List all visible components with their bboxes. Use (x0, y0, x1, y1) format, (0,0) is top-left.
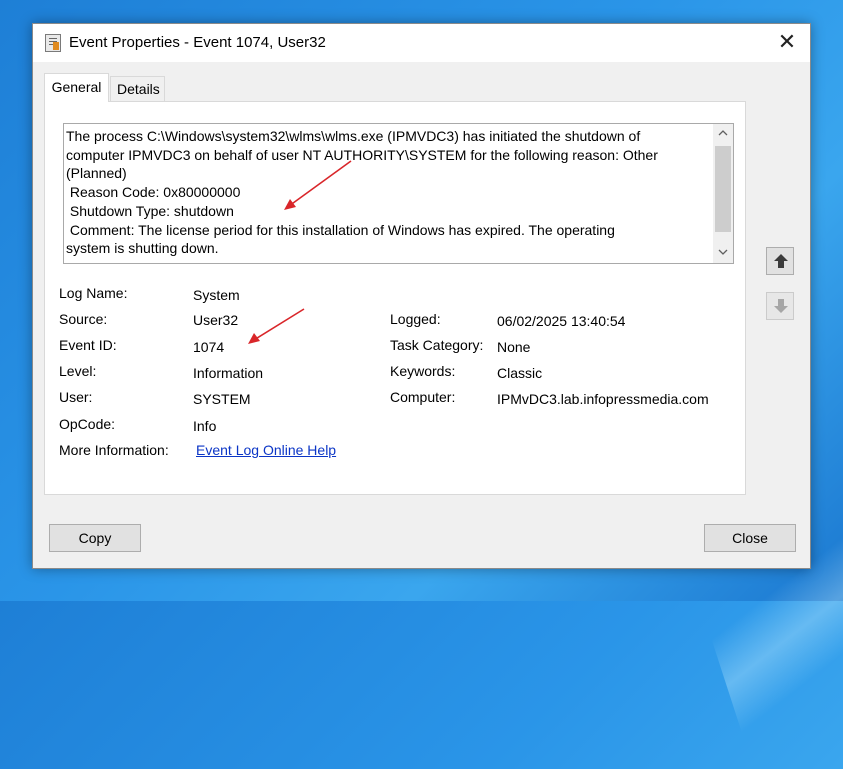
annotation-arrow-description (284, 160, 352, 210)
up-arrow-icon (774, 254, 788, 268)
annotation-arrow-event-id (248, 308, 305, 344)
window-title: Event Properties - Event 1074, User32 (69, 34, 326, 51)
annotation-arrows (248, 160, 352, 344)
close-button[interactable]: Close (704, 524, 796, 552)
general-tab-panel: The process C:\Windows\system32\wlms\wlm… (44, 101, 746, 495)
tab-general[interactable]: General (44, 73, 109, 102)
copy-button[interactable]: Copy (49, 524, 141, 552)
down-arrow-icon (774, 299, 788, 313)
title-bar[interactable]: Event Properties - Event 1074, User32 ✕ (33, 24, 810, 62)
event-viewer-icon (45, 34, 61, 52)
event-properties-window: Event Properties - Event 1074, User32 ✕ … (32, 23, 811, 569)
next-event-button[interactable] (766, 292, 794, 320)
previous-event-button[interactable] (766, 247, 794, 275)
close-icon[interactable]: ✕ (764, 24, 810, 62)
tab-details[interactable]: Details (110, 76, 165, 101)
